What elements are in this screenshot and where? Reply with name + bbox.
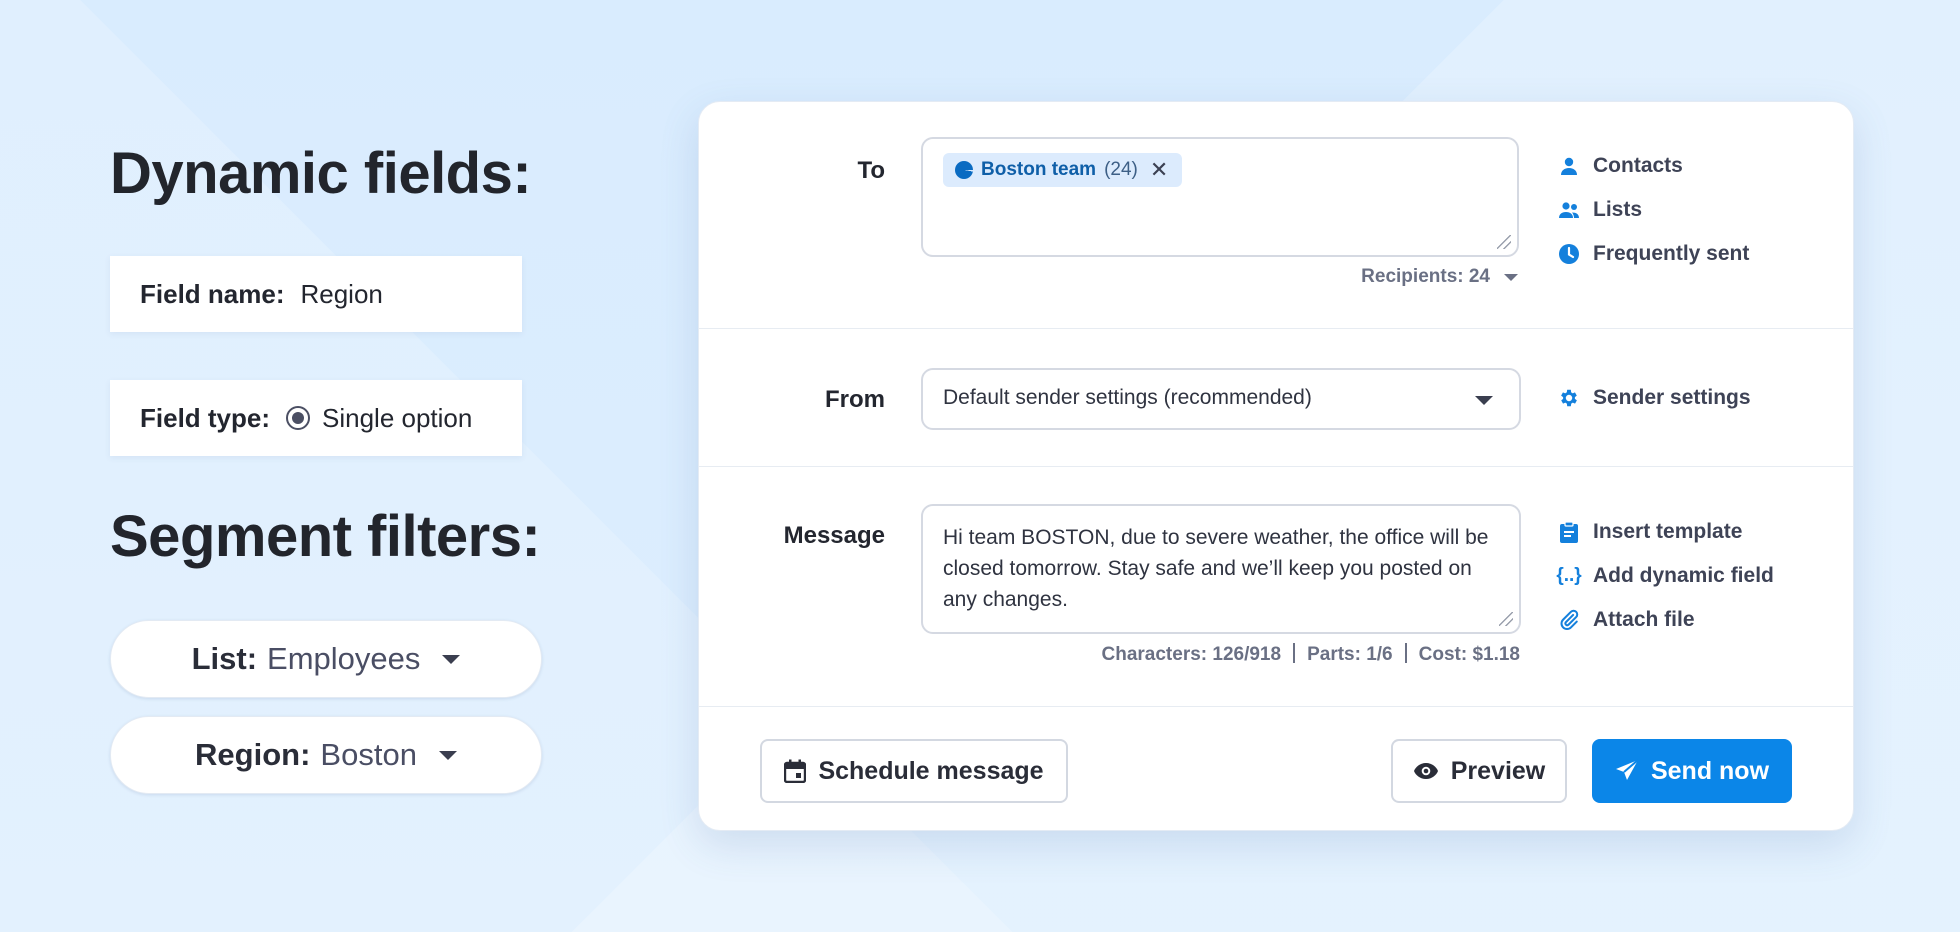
radio-selected-icon[interactable] <box>286 406 311 430</box>
field-type-value: Single option <box>322 402 473 433</box>
filter-label: List: <box>191 641 258 676</box>
calendar-icon <box>784 759 807 783</box>
chevron-down-icon <box>442 654 461 664</box>
field-type-box: Field type: Single option <box>110 380 522 456</box>
add-dynamic-field-link[interactable]: {..} Add dynamic field <box>1556 564 1774 588</box>
frequently-sent-link[interactable]: Frequently sent <box>1557 242 1749 266</box>
chip-count: (24) <box>1104 159 1138 180</box>
paper-plane-icon <box>1615 759 1639 783</box>
resize-handle-icon[interactable] <box>1499 612 1513 626</box>
characters-count: Characters: 126/918 <box>1101 644 1282 665</box>
sender-select[interactable]: Default sender settings (recommended) <box>921 368 1521 430</box>
sender-select-value: Default sender settings (recommended) <box>943 386 1312 409</box>
filter-value: Boston <box>320 737 417 772</box>
lists-link[interactable]: Lists <box>1557 198 1642 222</box>
preview-label: Preview <box>1450 756 1546 785</box>
divider <box>699 706 1853 707</box>
message-stats: Characters: 126/918 Parts: 1/6 Cost: $1.18 <box>1101 643 1520 666</box>
send-now-label: Send now <box>1650 756 1770 785</box>
send-now-button[interactable]: Send now <box>1592 739 1792 803</box>
field-name-label: Field name: <box>140 278 285 309</box>
list-filter-dropdown[interactable]: List: Employees <box>110 620 542 698</box>
schedule-message-label: Schedule message <box>818 756 1044 785</box>
sender-settings-link[interactable]: Sender settings <box>1557 386 1751 410</box>
people-icon <box>1557 198 1581 222</box>
message-text: Hi team BOSTON, due to severe weather, t… <box>943 526 1489 611</box>
gear-icon <box>1557 386 1581 410</box>
recipients-summary[interactable]: Recipients: 24 <box>1361 266 1518 288</box>
insert-template-link[interactable]: Insert template <box>1557 520 1742 544</box>
resize-handle-icon[interactable] <box>1497 235 1511 249</box>
chip-name: Boston team <box>981 159 1097 180</box>
contacts-label: Contacts <box>1593 154 1683 177</box>
recipients-count: Recipients: 24 <box>1361 266 1490 287</box>
add-dynamic-field-label: Add dynamic field <box>1593 564 1774 587</box>
divider <box>699 328 1853 329</box>
recipient-chip[interactable]: Boston team (24) ✕ <box>943 153 1183 187</box>
sender-settings-label: Sender settings <box>1593 386 1751 409</box>
attach-file-label: Attach file <box>1593 608 1695 631</box>
clipboard-icon <box>1557 520 1581 544</box>
insert-template-label: Insert template <box>1593 520 1743 543</box>
filter-value: Employees <box>267 641 421 676</box>
compose-card: To Boston team (24) ✕ Recipients: 24 Con… <box>698 101 1854 831</box>
attach-file-link[interactable]: Attach file <box>1557 608 1695 632</box>
field-name-box: Field name: Region <box>110 256 522 332</box>
chevron-down-icon <box>1504 273 1518 281</box>
from-label: From <box>825 386 885 413</box>
eye-icon <box>1413 762 1439 780</box>
separator <box>1404 643 1407 663</box>
lists-label: Lists <box>1593 198 1643 221</box>
chevron-down-icon <box>1475 396 1493 405</box>
person-icon <box>1557 154 1581 178</box>
chevron-down-icon <box>438 750 457 760</box>
filter-label: Region: <box>195 737 311 772</box>
message-textarea[interactable]: Hi team BOSTON, due to severe weather, t… <box>921 504 1521 634</box>
parts-count: Parts: 1/6 <box>1307 644 1393 665</box>
field-name-value: Region <box>300 278 383 309</box>
dynamic-fields-heading: Dynamic fields: <box>110 141 532 206</box>
close-icon[interactable]: ✕ <box>1150 159 1168 181</box>
braces-icon: {..} <box>1556 565 1582 586</box>
message-label: Message <box>783 522 885 549</box>
separator <box>1293 643 1296 663</box>
frequently-sent-label: Frequently sent <box>1593 242 1750 265</box>
segment-filters-heading: Segment filters: <box>110 504 541 569</box>
divider <box>699 466 1853 467</box>
to-label: To <box>857 157 885 184</box>
contacts-link[interactable]: Contacts <box>1557 154 1683 178</box>
paperclip-icon <box>1557 608 1581 632</box>
clock-icon <box>1557 242 1581 266</box>
preview-button[interactable]: Preview <box>1391 739 1567 803</box>
pie-chart-icon <box>955 161 973 179</box>
cost-value: Cost: $1.18 <box>1418 644 1520 665</box>
schedule-message-button[interactable]: Schedule message <box>760 739 1068 803</box>
region-filter-dropdown[interactable]: Region: Boston <box>110 716 542 794</box>
recipients-field[interactable]: Boston team (24) ✕ <box>921 137 1519 257</box>
field-type-label: Field type: <box>140 402 271 433</box>
